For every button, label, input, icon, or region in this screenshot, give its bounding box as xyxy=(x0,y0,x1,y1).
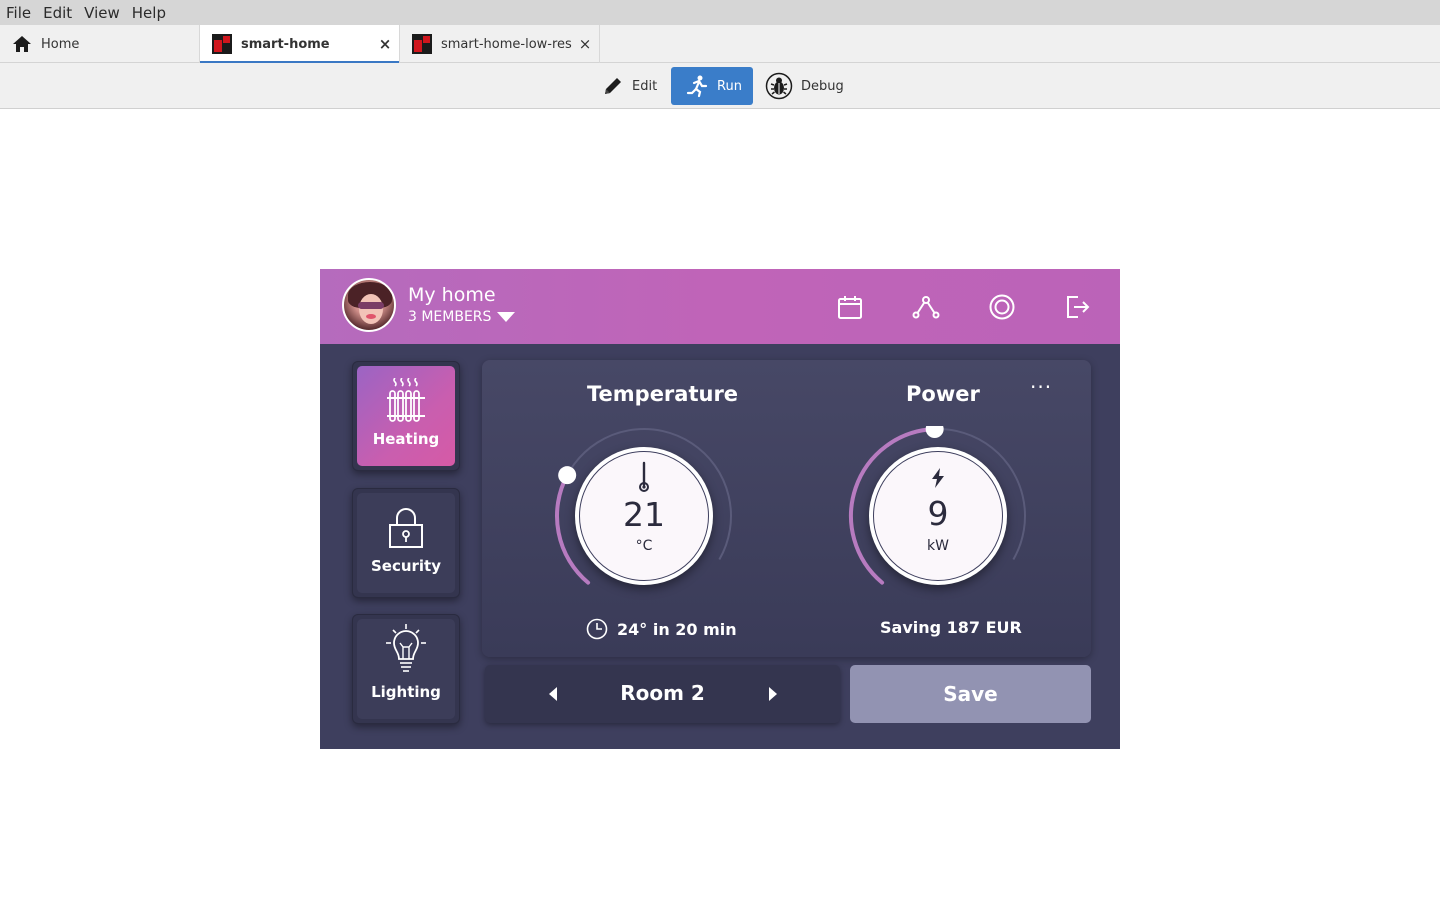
debug-mode-button[interactable]: Debug xyxy=(765,67,845,105)
debug-label: Debug xyxy=(801,78,844,94)
graph-icon[interactable] xyxy=(912,293,940,321)
radiator-icon xyxy=(387,378,425,422)
next-room-icon[interactable] xyxy=(769,687,777,701)
menu-view[interactable]: View xyxy=(84,4,120,22)
save-button[interactable]: Save xyxy=(850,665,1091,723)
runner-icon xyxy=(686,75,708,98)
close-icon[interactable]: × xyxy=(577,35,593,53)
category-label: Security xyxy=(370,557,442,575)
tab-label: smart-home-low-res xyxy=(441,36,572,52)
lock-icon xyxy=(389,508,423,548)
temperature-gauge[interactable]: 21 °C xyxy=(554,426,734,606)
chevron-down-icon xyxy=(497,312,516,322)
power-saving: Saving 187 EUR xyxy=(880,618,1022,637)
room-label: Room 2 xyxy=(620,681,705,705)
category-label: Lighting xyxy=(371,683,441,701)
edit-mode-button[interactable]: Edit xyxy=(602,67,664,105)
category-heating[interactable]: Heating xyxy=(352,361,460,471)
bug-icon xyxy=(765,72,793,100)
bulb-icon xyxy=(386,624,426,672)
category-lighting[interactable]: Lighting xyxy=(352,614,460,724)
temperature-value: 21 xyxy=(623,495,665,534)
room-selector: Room 2 xyxy=(485,665,840,723)
toolbar: Edit Run Debug xyxy=(0,63,1440,109)
smart-home-app: My home 3 MEMBERS Heating Security Light… xyxy=(320,269,1120,749)
power-dial: 9 kW xyxy=(869,447,1007,585)
gauge-knob[interactable] xyxy=(558,466,577,485)
power-value: 9 xyxy=(927,494,949,533)
menu-help[interactable]: Help xyxy=(132,4,166,22)
home-icon xyxy=(11,33,33,55)
app-logo-icon xyxy=(211,33,233,55)
settings-icon[interactable] xyxy=(988,293,1016,321)
calendar-icon[interactable] xyxy=(836,293,864,321)
lightning-icon xyxy=(869,468,1007,488)
gauge-knob[interactable] xyxy=(925,426,944,439)
home-title: My home xyxy=(408,284,496,306)
forecast-text: 24° in 20 min xyxy=(617,619,737,639)
temperature-title: Temperature xyxy=(587,382,739,406)
saving-text: Saving 187 EUR xyxy=(880,618,1022,637)
category-security[interactable]: Security xyxy=(352,488,460,598)
more-options-icon[interactable]: ··· xyxy=(1030,377,1052,397)
logout-icon[interactable] xyxy=(1064,293,1092,321)
menu-bar: File Edit View Help xyxy=(0,0,1440,25)
power-gauge[interactable]: 9 kW xyxy=(848,426,1028,606)
temperature-dial: 21 °C xyxy=(575,447,713,585)
menu-edit[interactable]: Edit xyxy=(43,4,72,22)
tab-label: Home xyxy=(41,36,80,52)
avatar[interactable] xyxy=(342,278,396,332)
app-logo-icon xyxy=(411,33,433,55)
tab-smart-home-low-res[interactable]: smart-home-low-res × xyxy=(400,25,600,63)
edit-label: Edit xyxy=(632,78,658,94)
thermometer-icon xyxy=(575,461,713,493)
tab-bar: Home smart-home × smart-home-low-res × xyxy=(0,25,1440,64)
members-label: 3 MEMBERS xyxy=(408,309,492,325)
power-title: Power xyxy=(906,382,980,406)
temperature-forecast: 24° in 20 min xyxy=(586,618,737,640)
tab-label: smart-home xyxy=(241,36,330,52)
app-header: My home 3 MEMBERS xyxy=(320,269,1120,344)
tab-home[interactable]: Home xyxy=(0,25,200,63)
pencil-icon xyxy=(605,78,621,94)
tab-smart-home[interactable]: smart-home × xyxy=(200,25,400,64)
run-label: Run xyxy=(717,78,742,94)
power-unit: kW xyxy=(927,538,949,554)
control-panel: Temperature Power ··· 21 °C 24° in 20 mi… xyxy=(482,360,1091,657)
clock-icon xyxy=(586,618,608,640)
run-mode-button[interactable]: Run xyxy=(671,67,753,105)
temperature-unit: °C xyxy=(635,538,653,554)
category-label: Heating xyxy=(372,430,440,448)
close-icon[interactable]: × xyxy=(377,35,393,53)
members-dropdown[interactable]: 3 MEMBERS xyxy=(408,309,516,325)
menu-file[interactable]: File xyxy=(6,4,31,22)
